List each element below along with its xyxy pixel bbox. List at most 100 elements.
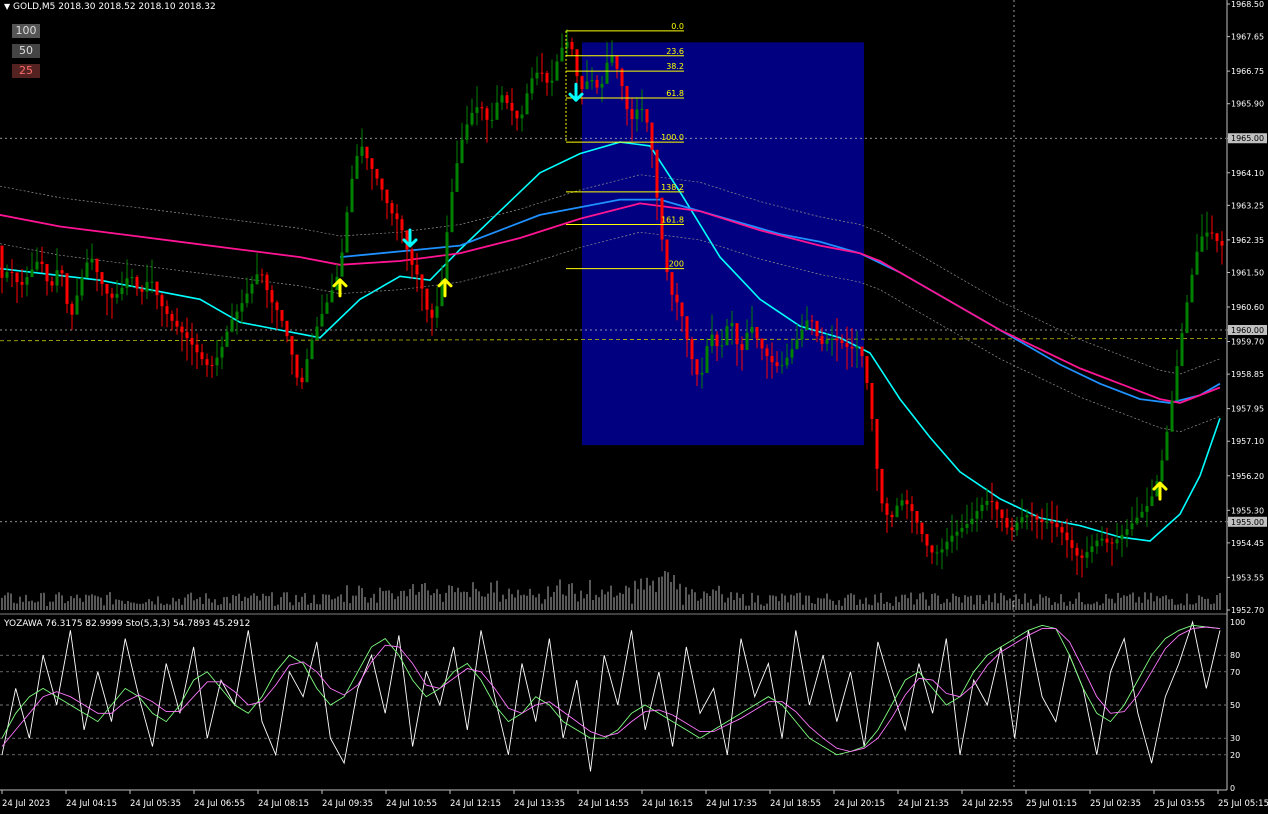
- candle-body: [205, 359, 209, 365]
- candle-body: [600, 83, 604, 88]
- price-tick-label: 1959.70: [1231, 338, 1264, 347]
- osc-level-label: 100: [1230, 618, 1245, 627]
- fib-level-label: 161.8: [661, 216, 684, 225]
- candle-body: [1170, 400, 1174, 432]
- candle-body: [1005, 517, 1009, 528]
- price-tick-label: 1964.10: [1231, 169, 1264, 178]
- price-tick-label: 1955.00: [1231, 518, 1264, 527]
- candle-body: [1020, 517, 1024, 523]
- candle-body: [860, 346, 864, 357]
- candle-body: [385, 189, 389, 204]
- candle-body: [365, 146, 369, 159]
- candle-body: [785, 357, 789, 366]
- candle-body: [255, 274, 259, 284]
- candle-body: [5, 272, 9, 278]
- osc-level-label: 20: [1230, 751, 1240, 760]
- price-tick-label: 1953.55: [1231, 573, 1264, 582]
- candle-body: [115, 293, 119, 298]
- candle-body: [450, 191, 454, 233]
- candle-body: [805, 320, 809, 331]
- candle-body: [720, 345, 724, 347]
- candle-body: [265, 274, 269, 291]
- candle-body: [260, 274, 264, 276]
- candle-body: [900, 500, 904, 506]
- candle-body: [845, 343, 849, 347]
- candle-body: [550, 80, 554, 83]
- candle-body: [150, 281, 154, 283]
- candle-body: [310, 339, 314, 360]
- candle-body: [1010, 527, 1014, 531]
- candle-body: [360, 146, 364, 156]
- candle-body: [370, 158, 374, 169]
- candle-body: [680, 302, 684, 317]
- time-tick-label: 24 Jul 05:35: [130, 799, 181, 809]
- candle-body: [935, 552, 939, 554]
- candle-body: [535, 72, 539, 79]
- candle-body: [715, 334, 719, 347]
- candle-body: [580, 76, 584, 90]
- candle-body: [515, 110, 519, 119]
- button-25[interactable]: 25: [12, 64, 40, 78]
- candle-body: [955, 531, 959, 536]
- button-100[interactable]: 100: [12, 24, 40, 38]
- price-tick-label: 1957.95: [1231, 405, 1264, 414]
- candle-body: [70, 303, 74, 315]
- candle-body: [840, 340, 844, 344]
- osc-level-label: 30: [1230, 734, 1240, 743]
- candle-body: [1195, 251, 1199, 275]
- price-tick-label: 1958.85: [1231, 370, 1264, 379]
- candle-body: [540, 72, 544, 74]
- candle-body: [415, 264, 419, 275]
- candle-body: [885, 503, 889, 515]
- candle-body: [90, 258, 94, 263]
- candle-body: [830, 338, 834, 340]
- candle-body: [210, 364, 214, 366]
- candle-body: [890, 514, 894, 518]
- candle-body: [20, 282, 24, 285]
- candle-body: [765, 348, 769, 357]
- candle-body: [225, 331, 229, 347]
- price-tick-label: 1966.75: [1231, 67, 1264, 76]
- candle-body: [195, 344, 199, 353]
- candle-body: [75, 295, 79, 315]
- candle-body: [470, 112, 474, 125]
- candle-body: [575, 49, 579, 77]
- candle-body: [585, 81, 589, 90]
- candle-body: [940, 549, 944, 553]
- candle-body: [960, 527, 964, 532]
- candle-body: [475, 107, 479, 113]
- button-50[interactable]: 50: [12, 44, 40, 58]
- candle-body: [635, 109, 639, 120]
- candle-body: [775, 362, 779, 367]
- candle-body: [970, 518, 974, 525]
- candle-body: [445, 232, 449, 281]
- candle-body: [175, 320, 179, 327]
- candle-body: [270, 290, 274, 303]
- fib-level-label: 61.8: [666, 89, 684, 98]
- candle-body: [1015, 522, 1019, 531]
- price-tick-label: 1965.00: [1231, 134, 1264, 143]
- candle-body: [1175, 366, 1179, 401]
- candle-body: [1000, 509, 1004, 518]
- fib-level-label: 23.6: [666, 47, 684, 56]
- candle-body: [1165, 431, 1169, 461]
- candle-body: [875, 418, 879, 469]
- osc-level-label: 80: [1230, 651, 1240, 660]
- candle-body: [275, 302, 279, 311]
- candle-body: [1045, 521, 1049, 523]
- candle-body: [1180, 333, 1184, 367]
- candle-body: [1080, 555, 1084, 558]
- candle-body: [95, 258, 99, 273]
- dropdown-triangle-icon[interactable]: ▼: [4, 2, 10, 11]
- time-tick-label: 24 Jul 09:35: [322, 799, 373, 809]
- candle-body: [1200, 236, 1204, 252]
- candle-body: [880, 468, 884, 504]
- candle-body: [825, 339, 829, 344]
- candle-body: [230, 319, 234, 332]
- candle-body: [85, 262, 89, 278]
- time-tick-label: 24 Jul 16:15: [642, 799, 693, 809]
- candle-body: [345, 212, 349, 253]
- candle-body: [160, 295, 164, 307]
- candle-body: [710, 334, 714, 347]
- candle-body: [120, 287, 124, 294]
